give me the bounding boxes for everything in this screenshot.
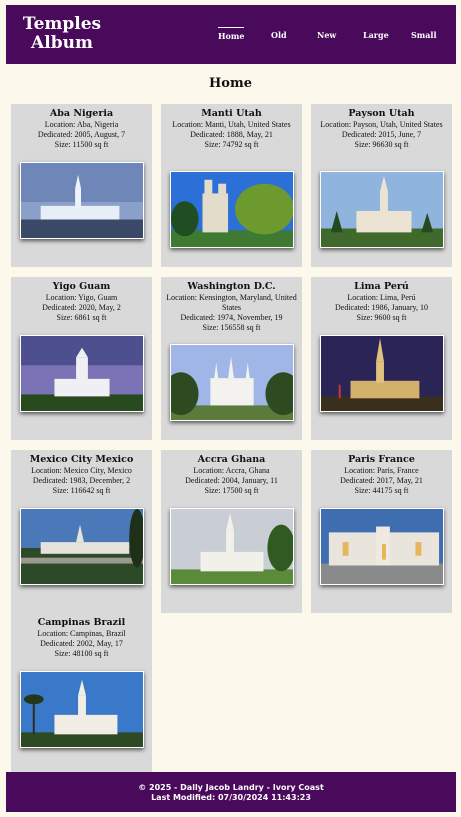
nav-old[interactable]: Old bbox=[271, 30, 287, 40]
temple-size: Size: 116642 sq ft bbox=[52, 486, 111, 495]
temple-name: Accra Ghana bbox=[197, 454, 266, 465]
site-header: Temples Album Home Old New Large Small bbox=[6, 5, 456, 64]
main-nav: Home Old New Large Small bbox=[6, 5, 456, 64]
footer-copyright: © 2025 - Dally Jacob Landry - Ivory Coas… bbox=[138, 783, 324, 792]
temple-size: Size: 11500 sq ft bbox=[54, 140, 109, 149]
temple-location: Location: Paris, France bbox=[344, 466, 419, 475]
temple-photo bbox=[320, 508, 444, 585]
temple-card: Aba Nigeria Location: Aba, Nigeria Dedic… bbox=[11, 104, 152, 267]
temple-dedicated: Dedicated: 2020, May, 2 bbox=[42, 303, 121, 312]
temple-location: Location: Lima, Perú bbox=[347, 293, 416, 302]
temple-name: Campinas Brazil bbox=[37, 617, 126, 628]
temple-name: Lima Perú bbox=[354, 281, 409, 292]
temple-card: Lima Perú Location: Lima, Perú Dedicated… bbox=[311, 277, 452, 440]
temple-photo bbox=[20, 162, 144, 239]
temple-dedicated: Dedicated: 2017, May, 21 bbox=[340, 476, 423, 485]
temple-size: Size: 74792 sq ft bbox=[204, 140, 259, 149]
temple-card: Manti Utah Location: Manti, Utah, United… bbox=[161, 104, 302, 267]
nav-small[interactable]: Small bbox=[411, 30, 437, 40]
temple-photo bbox=[20, 508, 144, 585]
temple-dedicated: Dedicated: 1983, December, 2 bbox=[32, 476, 131, 485]
temple-dedicated: Dedicated: 1974, November, 19 bbox=[180, 313, 283, 322]
temple-name: Manti Utah bbox=[201, 108, 262, 119]
temple-dedicated: Dedicated: 2005, August, 7 bbox=[37, 130, 126, 139]
temple-card: Campinas Brazil Location: Campinas, Braz… bbox=[11, 613, 152, 776]
temple-card: Yigo Guam Location: Yigo, Guam Dedicated… bbox=[11, 277, 152, 440]
temple-card: Payson Utah Location: Payson, Utah, Unit… bbox=[311, 104, 452, 267]
nav-new[interactable]: New bbox=[317, 30, 336, 40]
temple-name: Paris France bbox=[348, 454, 415, 465]
temple-size: Size: 9600 sq ft bbox=[356, 313, 407, 322]
temple-location: Location: Kensington, Maryland, United S… bbox=[166, 293, 297, 312]
nav-home[interactable]: Home bbox=[218, 27, 245, 41]
temple-size: Size: 96630 sq ft bbox=[354, 140, 409, 149]
temple-photo bbox=[170, 508, 294, 585]
temple-size: Size: 48100 sq ft bbox=[54, 649, 109, 658]
temple-name: Yigo Guam bbox=[52, 281, 111, 292]
temple-card: Accra Ghana Location: Accra, Ghana Dedic… bbox=[161, 450, 302, 613]
temple-card: Washington D.C. Location: Kensington, Ma… bbox=[161, 277, 302, 440]
temple-name: Mexico City Mexico bbox=[29, 454, 134, 465]
footer-last-modified: Last Modified: 07/30/2024 11:43:23 bbox=[151, 793, 311, 802]
temple-dedicated: Dedicated: 2015, June, 7 bbox=[341, 130, 422, 139]
temple-card: Paris France Location: Paris, France Ded… bbox=[311, 450, 452, 613]
temple-location: Location: Campinas, Brazil bbox=[37, 629, 126, 638]
temple-name: Payson Utah bbox=[348, 108, 415, 119]
temple-photo bbox=[320, 171, 444, 248]
temple-size: Size: 44175 sq ft bbox=[354, 486, 409, 495]
temple-dedicated: Dedicated: 1986, January, 10 bbox=[334, 303, 428, 312]
temple-location: Location: Aba, Nigeria bbox=[44, 120, 119, 129]
temple-location: Location: Yigo, Guam bbox=[45, 293, 118, 302]
temple-photo bbox=[20, 335, 144, 412]
temple-size: Size: 6861 sq ft bbox=[56, 313, 107, 322]
temple-location: Location: Payson, Utah, United States bbox=[320, 120, 443, 129]
temple-location: Location: Accra, Ghana bbox=[193, 466, 270, 475]
temple-photo bbox=[170, 171, 294, 248]
temple-dedicated: Dedicated: 2002, May, 17 bbox=[40, 639, 123, 648]
temple-location: Location: Mexico City, Mexico bbox=[31, 466, 132, 475]
site-footer: © 2025 - Dally Jacob Landry - Ivory Coas… bbox=[6, 772, 456, 812]
temple-card: Mexico City Mexico Location: Mexico City… bbox=[11, 450, 152, 613]
nav-large[interactable]: Large bbox=[363, 30, 389, 40]
temple-dedicated: Dedicated: 2004, January, 11 bbox=[185, 476, 278, 485]
temple-photo bbox=[170, 344, 294, 421]
page-title: Home bbox=[209, 76, 252, 91]
temple-photo bbox=[20, 671, 144, 748]
temple-location: Location: Manti, Utah, United States bbox=[172, 120, 291, 129]
temple-photo bbox=[320, 335, 444, 412]
temple-name: Aba Nigeria bbox=[49, 108, 114, 119]
temple-name: Washington D.C. bbox=[187, 281, 276, 292]
temple-size: Size: 17500 sq ft bbox=[204, 486, 259, 495]
temple-size: Size: 156558 sq ft bbox=[202, 323, 261, 332]
temple-dedicated: Dedicated: 1888, May, 21 bbox=[190, 130, 273, 139]
